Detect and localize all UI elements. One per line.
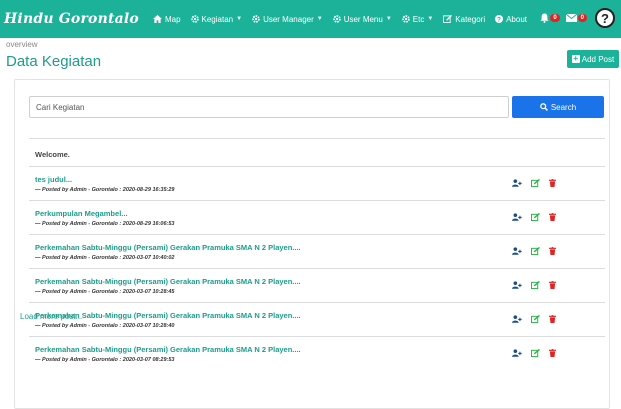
nav-item-about[interactable]: ? About [495, 15, 527, 24]
table-row: Perkumpulan Megambel... — Posted by Admi… [29, 200, 605, 234]
nav-item-map[interactable]: Map [153, 15, 181, 24]
add-user-icon[interactable] [512, 349, 522, 357]
caret-down-icon: ▼ [316, 16, 323, 22]
nav-menu: Map Kegiatan ▼ User Manager ▼ User Menu … [153, 15, 537, 24]
content-panel: Cari Kegiatan Search Welcome. tes judul.… [14, 79, 610, 409]
nav-item-label: Kategori [455, 14, 486, 24]
post-title-link[interactable]: tes judul... [35, 175, 72, 184]
add-user-icon[interactable] [512, 315, 522, 323]
nav-item-label: User Menu [343, 14, 383, 24]
row-actions [512, 179, 565, 187]
welcome-row: Welcome. [29, 138, 605, 166]
edit-icon[interactable] [531, 247, 540, 255]
gear-icon [190, 15, 199, 23]
edit-icon[interactable] [531, 281, 540, 289]
table-row: tes judul... — Posted by Admin - Goronta… [29, 166, 605, 200]
edit-icon[interactable] [531, 315, 540, 323]
post-meta: — Posted by Admin - Gorontalo : 2020-08-… [35, 221, 175, 227]
search-input[interactable]: Cari Kegiatan [29, 96, 509, 118]
post-title-link[interactable]: Perkemahan Sabtu-Minggu (Persami) Geraka… [35, 277, 301, 286]
row-actions [512, 349, 565, 357]
post-title-link[interactable]: Perkumpulan Megambel... [35, 209, 128, 218]
row-actions [512, 281, 565, 289]
row-actions [512, 213, 565, 221]
messages-button[interactable]: 0 [565, 14, 587, 22]
edit-icon [443, 15, 453, 23]
caret-down-icon: ▼ [236, 16, 243, 22]
load-more-link[interactable]: Load more post... [20, 312, 82, 321]
brand-logo[interactable]: Hindu Gorontalo [4, 11, 139, 27]
plus-icon: + [571, 54, 580, 63]
post-meta: — Posted by Admin - Gorontalo : 2020-03-… [35, 323, 175, 329]
add-user-icon[interactable] [512, 213, 522, 221]
caret-down-icon: ▼ [427, 16, 434, 22]
messages-badge: 0 [577, 14, 587, 22]
nav-right-group: 0 0 ? [534, 8, 615, 28]
welcome-text: Welcome. [35, 150, 70, 159]
nav-item-label: User Manager [263, 14, 314, 24]
svg-text:?: ? [497, 16, 501, 23]
search-icon [539, 103, 548, 111]
posts-table: Welcome. tes judul... — Posted by Admin … [29, 138, 605, 370]
page-title: Data Kegiatan [6, 53, 102, 70]
table-row: Perkemahan Sabtu-Minggu (Persami) Geraka… [29, 336, 605, 370]
gear-icon [252, 15, 260, 23]
add-user-icon[interactable] [512, 179, 522, 187]
nav-item-label: Map [164, 14, 181, 24]
nav-item-label: Kegiatan [201, 14, 234, 24]
help-button[interactable]: ? [595, 8, 615, 28]
post-meta: — Posted by Admin - Gorontalo : 2020-08-… [35, 187, 175, 193]
post-meta: — Posted by Admin - Gorontalo : 2020-03-… [35, 357, 175, 363]
table-row: Perkemahan Sabtu-Minggu (Persami) Geraka… [29, 268, 605, 302]
table-row: Perkemahan Sabtu-Minggu (Persami) Geraka… [29, 234, 605, 268]
post-title-link[interactable]: Perkemahan Sabtu-Minggu (Persami) Geraka… [35, 345, 301, 354]
row-actions [512, 315, 565, 323]
nav-item-user-menu[interactable]: User Menu ▼ [332, 14, 392, 24]
search-button[interactable]: Search [512, 96, 604, 118]
bell-icon [540, 13, 549, 23]
gear-icon [332, 15, 341, 23]
search-button-label: Search [550, 102, 577, 112]
add-user-icon[interactable] [512, 247, 522, 255]
nav-item-kategori[interactable]: Kategori [443, 15, 485, 24]
trash-icon[interactable] [549, 179, 556, 187]
notification-badge: 0 [550, 14, 560, 22]
add-post-label: Add Post [581, 54, 615, 64]
home-icon [153, 15, 162, 23]
top-navbar: Hindu Gorontalo Map Kegiatan ▼ User Mana… [0, 0, 621, 38]
add-user-icon[interactable] [512, 281, 522, 289]
caret-down-icon: ▼ [385, 16, 392, 22]
edit-icon[interactable] [531, 213, 540, 221]
edit-icon[interactable] [531, 349, 540, 357]
post-meta: — Posted by Admin - Gorontalo : 2020-03-… [35, 255, 175, 261]
nav-item-label: About [506, 14, 527, 24]
breadcrumb: overview [6, 40, 38, 49]
envelope-icon [565, 14, 577, 22]
add-post-button[interactable]: + Add Post [567, 50, 619, 68]
nav-item-label: Etc [412, 14, 425, 24]
trash-icon[interactable] [549, 315, 556, 323]
notification-button[interactable]: 0 [540, 13, 560, 23]
trash-icon[interactable] [549, 213, 556, 221]
trash-icon[interactable] [549, 247, 556, 255]
post-title-link[interactable]: Perkemahan Sabtu-Minggu (Persami) Geraka… [35, 243, 301, 252]
trash-icon[interactable] [549, 349, 556, 357]
nav-item-etc[interactable]: Etc ▼ [402, 14, 434, 24]
nav-item-kegiatan[interactable]: Kegiatan ▼ [190, 14, 243, 24]
post-meta: — Posted by Admin - Gorontalo : 2020-03-… [35, 289, 175, 295]
question-circle-icon: ? [495, 15, 504, 23]
row-actions [512, 247, 565, 255]
table-row: Perkemahan Sabtu-Minggu (Persami) Geraka… [29, 302, 605, 336]
nav-item-user-manager[interactable]: User Manager ▼ [252, 15, 323, 24]
gear-icon [402, 15, 410, 23]
edit-icon[interactable] [531, 179, 540, 187]
trash-icon[interactable] [549, 281, 556, 289]
